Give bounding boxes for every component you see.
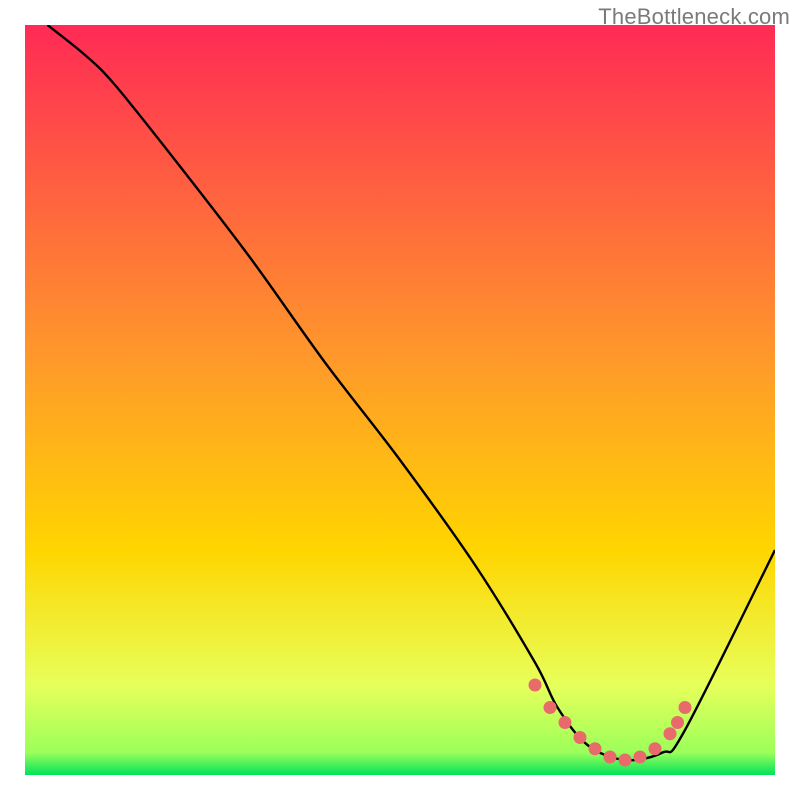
optimal-dot bbox=[529, 679, 542, 692]
optimal-dot bbox=[671, 716, 684, 729]
optimal-dot bbox=[544, 701, 557, 714]
optimal-dot bbox=[604, 751, 617, 764]
optimal-dot bbox=[679, 701, 692, 714]
optimal-dot bbox=[649, 742, 662, 755]
chart-background bbox=[25, 25, 775, 775]
optimal-dot bbox=[634, 751, 647, 764]
optimal-dot bbox=[664, 727, 677, 740]
optimal-dot bbox=[589, 742, 602, 755]
chart-stage: TheBottleneck.com bbox=[0, 0, 800, 800]
chart-plot-area bbox=[25, 25, 775, 775]
optimal-dot bbox=[619, 754, 632, 767]
chart-svg bbox=[25, 25, 775, 775]
optimal-dot bbox=[559, 716, 572, 729]
optimal-dot bbox=[574, 731, 587, 744]
